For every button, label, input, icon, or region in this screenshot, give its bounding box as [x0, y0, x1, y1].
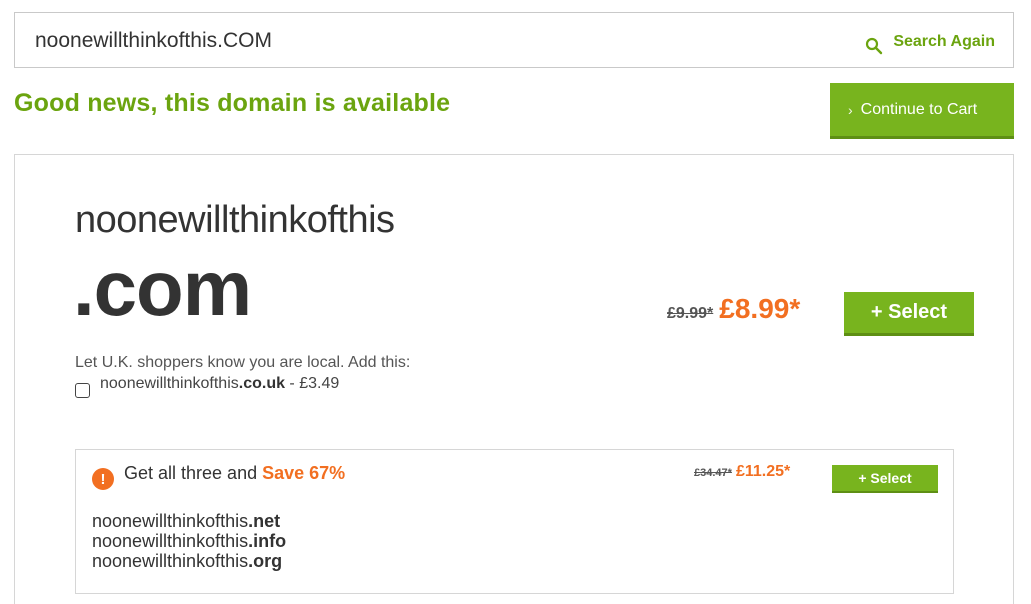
uk-domain-option: noonewillthinkofthis.co.uk - £3.49	[75, 375, 340, 398]
search-again-button[interactable]: Search Again	[865, 30, 995, 55]
availability-headline: Good news, this domain is available	[14, 89, 451, 117]
list-item: noonewillthinkofthis.info	[92, 531, 287, 551]
select-domain-button[interactable]: + Select	[844, 292, 974, 336]
domain-name: noonewillthinkofthis	[75, 199, 395, 241]
search-input[interactable]	[35, 27, 795, 55]
bundle-new-price: £11.25*	[735, 463, 791, 480]
bundle-old-price: £34.47*	[694, 467, 732, 479]
domain-tld: .com	[73, 244, 252, 332]
bundle-price: £34.47* £11.25*	[694, 463, 790, 481]
local-note: Let U.K. shoppers know you are local. Ad…	[75, 354, 411, 371]
uk-domain-checkbox[interactable]	[75, 382, 90, 398]
old-price: £9.99*	[667, 305, 714, 322]
bundle-title: Get all three and Save 67%	[124, 463, 346, 483]
bundle-offer: ! Get all three and Save 67% £34.47* £11…	[75, 449, 954, 594]
continue-to-cart-label: Continue to Cart	[860, 100, 978, 118]
search-again-label: Search Again	[893, 33, 995, 50]
exclamation-icon: !	[92, 468, 114, 490]
uk-domain-label: noonewillthinkofthis.co.uk - £3.49	[100, 375, 340, 392]
bundle-savings: Save 67%	[262, 463, 346, 483]
search-icon	[866, 37, 883, 55]
new-price: £8.99*	[719, 293, 801, 324]
chevron-right-icon: ›	[848, 101, 853, 118]
search-bar: Search Again	[14, 12, 1014, 68]
price-row: £9.99* £8.99*	[667, 293, 800, 325]
list-item: noonewillthinkofthis.org	[92, 551, 283, 571]
bundle-domain-list: noonewillthinkofthis.net noonewillthinko…	[92, 511, 286, 571]
bundle-select-button[interactable]: + Select	[832, 465, 938, 493]
continue-to-cart-button[interactable]: › Continue to Cart	[830, 83, 1014, 139]
domain-result-card: noonewillthinkofthis .com £9.99* £8.99* …	[14, 154, 1014, 604]
list-item: noonewillthinkofthis.net	[92, 511, 281, 531]
